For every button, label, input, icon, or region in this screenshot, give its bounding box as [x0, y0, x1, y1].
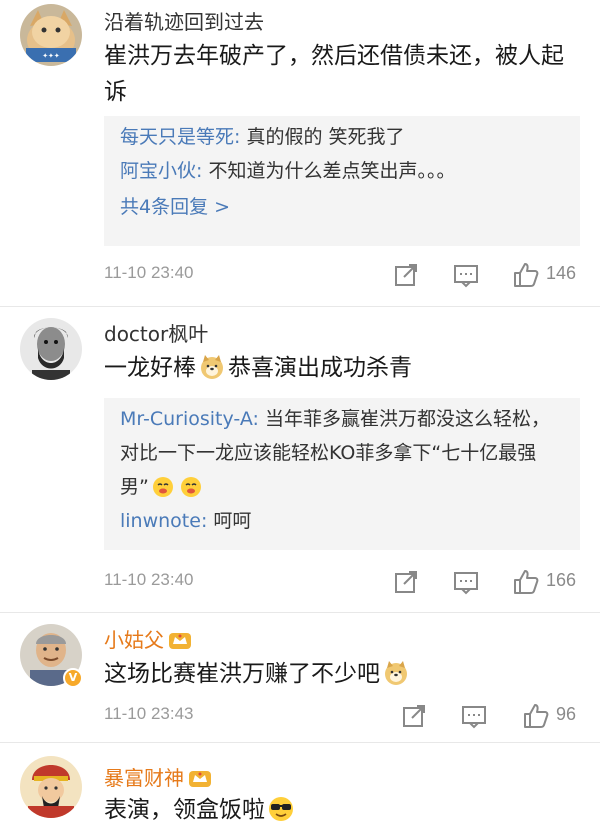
comment-username[interactable]: 沿着轨迹回到过去	[104, 6, 264, 35]
reply-item[interactable]: 每天只是等死: 真的假的 笑死我了	[120, 120, 564, 154]
like-count: 96	[556, 704, 577, 724]
comment-item: doctor枫叶 一龙好棒 恭喜演出成功杀青 Mr-Curiosity-A: 当年…	[0, 306, 600, 616]
share-icon[interactable]	[400, 702, 428, 730]
verified-badge: V	[63, 668, 83, 688]
comment-text-part: 表演，领盒饭啦	[104, 797, 265, 821]
comment-timestamp: 11-10 23:40	[104, 570, 194, 589]
username-text: 小姑父	[104, 628, 164, 652]
share-icon[interactable]	[392, 261, 420, 289]
sunglasses-emoji-icon	[268, 796, 294, 821]
comment-timestamp: 11-10 23:43	[104, 704, 194, 723]
comment-text-part: 一龙好棒	[104, 355, 196, 381]
comment-meta: 11-10 23:43 96	[104, 702, 580, 732]
comment-text: 这场比赛崔洪万赚了不少吧	[104, 656, 574, 692]
comment-text-part: 这场比赛崔洪万赚了不少吧	[104, 661, 380, 687]
reply-text: 真的假的 笑死我了	[240, 126, 405, 148]
reply-username[interactable]: 每天只是等死:	[120, 126, 240, 148]
comment-username[interactable]: doctor枫叶	[104, 318, 208, 347]
comment-meta: 11-10 23:40 146	[104, 261, 580, 291]
doge-emoji-icon	[383, 660, 409, 686]
comment-item: 暴富财神 表演，领盒饭啦	[0, 742, 600, 821]
reply-item[interactable]: Mr-Curiosity-A: 当年菲多赢崔洪万都没这么轻松，对比一下一龙应该能…	[120, 402, 564, 504]
reply-text: 不知道为什么差点笑出声。。。	[202, 160, 456, 182]
vip-crown-icon	[168, 630, 192, 655]
reply-text: 呵呵	[207, 510, 252, 532]
cat-avatar[interactable]: ✦✦✦	[20, 4, 82, 66]
more-replies-link[interactable]: 共4条回复 >	[120, 190, 564, 224]
comment-icon[interactable]	[452, 568, 480, 596]
comment-text-part: 恭喜演出成功杀青	[228, 355, 412, 381]
comment-icon[interactable]	[452, 261, 480, 289]
comment-username[interactable]: 小姑父	[104, 624, 192, 655]
username-text: 暴富财神	[104, 766, 184, 790]
reply-username[interactable]: linwnote:	[120, 510, 207, 532]
comment-text: 一龙好棒 恭喜演出成功杀青	[104, 350, 574, 386]
comment-icon[interactable]	[460, 702, 488, 730]
comment-item: ✦✦✦ 沿着轨迹回到过去 崔洪万去年破产了，然后还借债未还，被人起诉 每天只是等…	[0, 0, 600, 300]
comment-username[interactable]: 暴富财神	[104, 762, 212, 793]
like-icon[interactable]	[512, 261, 540, 289]
comment-text: 表演，领盒饭啦	[104, 792, 574, 821]
vip-crown-icon	[188, 768, 212, 793]
like-count: 146	[546, 263, 577, 283]
like-icon[interactable]	[522, 702, 550, 730]
svg-text:✦✦✦: ✦✦✦	[42, 52, 60, 60]
comment-meta: 11-10 23:40 166	[104, 568, 580, 598]
reply-username[interactable]: 阿宝小伙:	[120, 160, 202, 182]
reply-item[interactable]: linwnote: 呵呵	[120, 504, 564, 538]
reply-box[interactable]: Mr-Curiosity-A: 当年菲多赢崔洪万都没这么轻松，对比一下一龙应该能…	[104, 398, 580, 550]
reply-item[interactable]: 阿宝小伙: 不知道为什么差点笑出声。。。	[120, 154, 564, 188]
god-of-wealth-avatar[interactable]	[20, 756, 82, 818]
comment-text: 崔洪万去年破产了，然后还借债未还，被人起诉	[104, 43, 564, 105]
reply-box[interactable]: 每天只是等死: 真的假的 笑死我了 阿宝小伙: 不知道为什么差点笑出声。。。 共…	[104, 116, 580, 246]
share-icon[interactable]	[392, 568, 420, 596]
like-icon[interactable]	[512, 568, 540, 596]
drooling-emoji-icon	[180, 475, 202, 497]
drooling-emoji-icon	[152, 475, 174, 497]
bearded-man-avatar[interactable]	[20, 318, 82, 380]
like-count: 166	[546, 570, 577, 590]
reply-username[interactable]: Mr-Curiosity-A:	[120, 408, 259, 430]
comment-timestamp: 11-10 23:40	[104, 263, 194, 282]
comment-item: V 小姑父 这场比赛崔洪万赚了不少吧 11-10 23:43 96	[0, 612, 600, 744]
doge-emoji-icon	[199, 354, 225, 380]
